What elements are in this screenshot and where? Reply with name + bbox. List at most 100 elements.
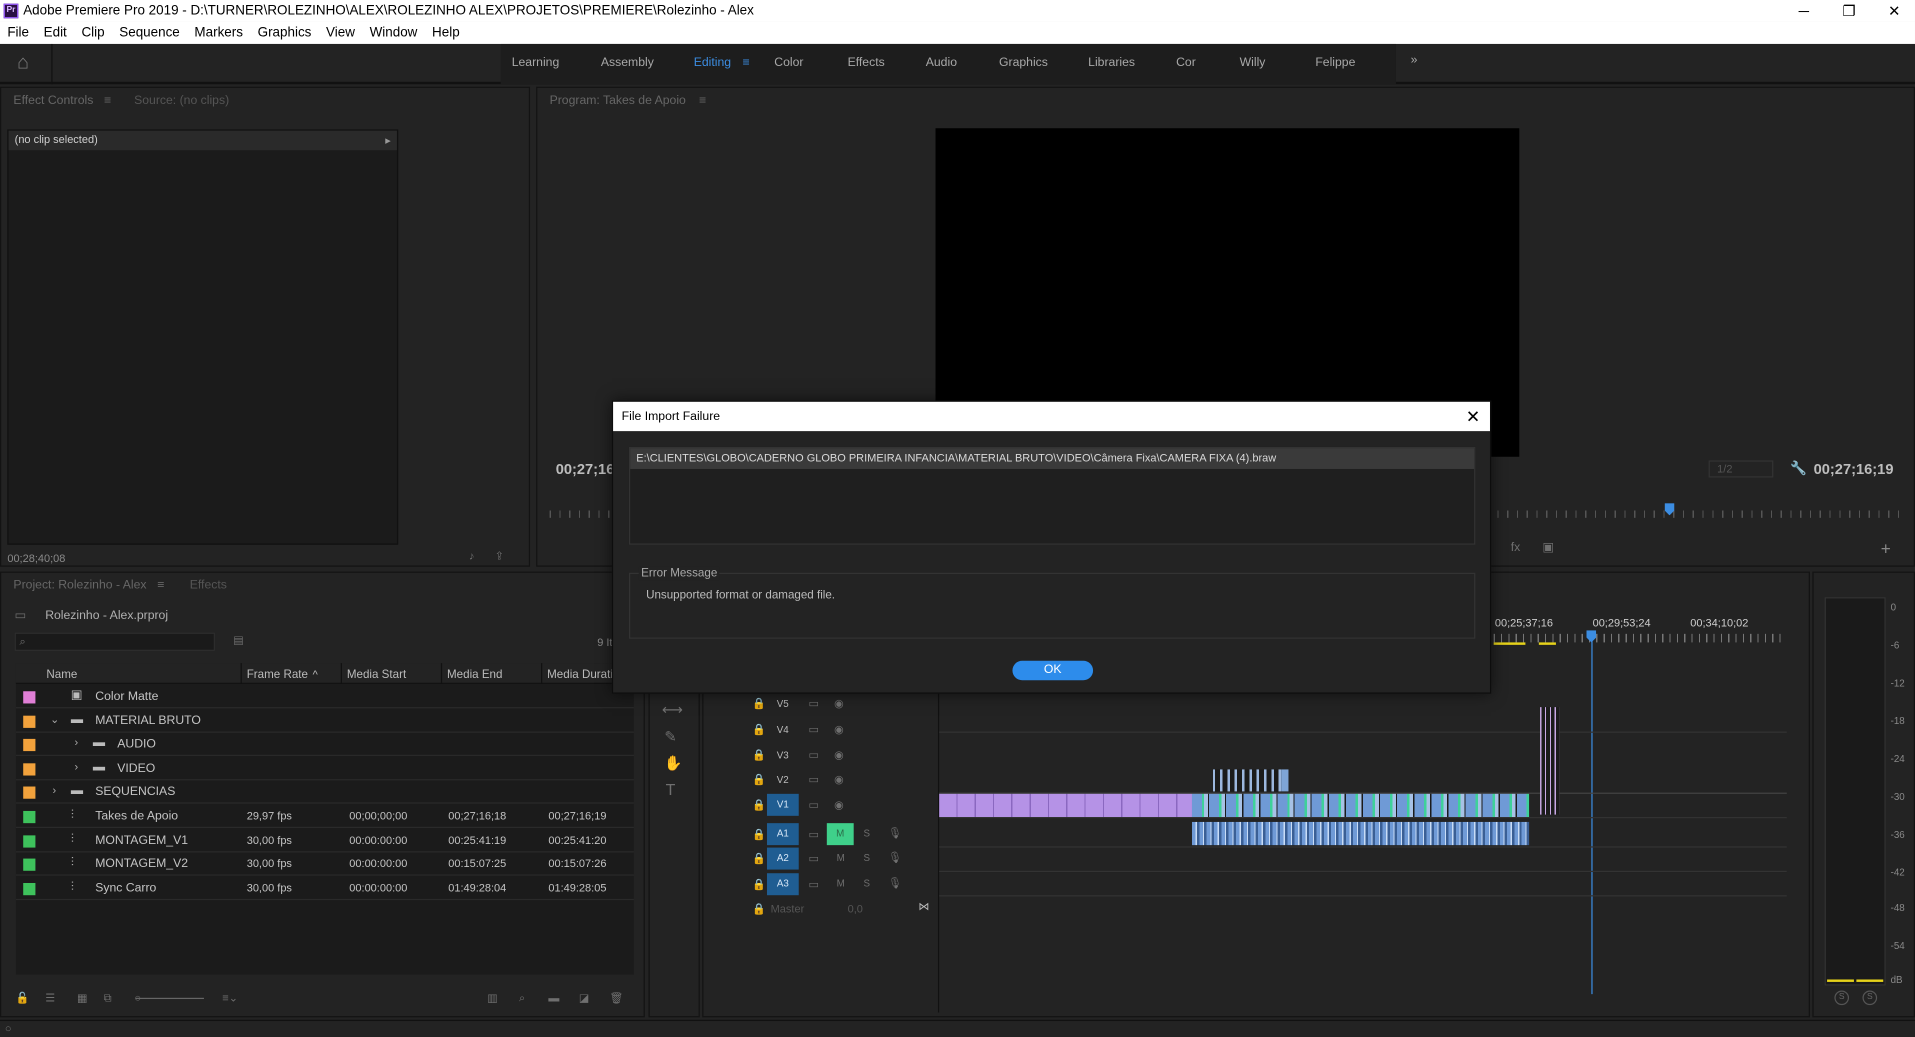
wrench-icon[interactable]: 🔧 (1790, 460, 1807, 477)
sync-lock-icon[interactable]: ▭ (809, 799, 819, 812)
lock-icon[interactable]: 🔒 (752, 878, 766, 891)
label-color-swatch[interactable] (23, 786, 36, 800)
project-row[interactable]: ▣ Color Matte (15, 685, 634, 709)
track-v5[interactable]: V5 (777, 699, 789, 710)
v2-clip[interactable] (1281, 769, 1289, 792)
close-icon[interactable]: ✕ (1466, 407, 1480, 428)
tab-willy[interactable]: Willy (1240, 56, 1266, 69)
tab-assembly[interactable]: Assembly (601, 56, 654, 69)
solo-a3-button[interactable]: S (863, 878, 870, 889)
solo-a2-button[interactable]: S (863, 852, 870, 863)
track-v3[interactable]: V3 (777, 750, 789, 761)
lock-icon[interactable]: 🔒 (752, 723, 766, 736)
type-tool-icon[interactable]: T (666, 780, 676, 798)
menu-sequence[interactable]: Sequence (112, 22, 187, 44)
tab-effect-controls[interactable]: Effect Controls (13, 94, 93, 107)
eye-icon[interactable]: ◉ (834, 697, 844, 710)
label-color-swatch[interactable] (23, 882, 36, 895)
tab-cor[interactable]: Cor (1176, 56, 1196, 69)
mic-icon[interactable]: 🎙 (888, 851, 902, 864)
track-v4[interactable]: V4 (777, 724, 789, 735)
solo-right-button[interactable]: S (1862, 990, 1878, 1006)
menu-edit[interactable]: Edit (36, 22, 74, 44)
more-workspaces-icon[interactable]: » (1411, 54, 1418, 67)
chevron-right-icon[interactable]: › (74, 737, 78, 749)
label-color-swatch[interactable] (23, 739, 36, 752)
tab-felippe[interactable]: Felippe (1315, 56, 1355, 69)
tab-effects-panel[interactable]: Effects (190, 579, 227, 592)
sync-lock-icon[interactable]: ▭ (809, 852, 819, 865)
sync-lock-icon[interactable]: ▭ (809, 749, 819, 762)
list-view-icon[interactable]: ☰ (45, 992, 55, 1005)
col-media-start[interactable]: Media Start (347, 668, 406, 681)
tab-audio[interactable]: Audio (926, 56, 957, 69)
project-row[interactable]: ⫶ Sync Carro 30,00 fps 00:00:00:00 01:49:28:… (15, 877, 634, 900)
tab-graphics[interactable]: Graphics (999, 56, 1048, 69)
sync-lock-icon[interactable]: ▭ (809, 697, 819, 710)
home-icon[interactable]: ⌂ (17, 53, 39, 74)
sync-lock-icon[interactable]: ▭ (809, 723, 819, 736)
lock-icon[interactable]: 🔒 (752, 749, 766, 762)
stacked-clips[interactable] (1540, 707, 1560, 815)
solo-left-button[interactable]: S (1834, 990, 1850, 1006)
label-color-swatch[interactable] (23, 691, 36, 704)
eye-icon[interactable]: ◉ (834, 749, 844, 762)
tab-project[interactable]: Project: Rolezinho - Alex (13, 579, 146, 592)
failed-file-path[interactable]: E:\CLIENTES\GLOBO\CADERNO GLOBO PRIMEIRA… (630, 448, 1475, 469)
lock-icon[interactable]: 🔓 (16, 992, 30, 1005)
close-window-button[interactable]: ✕ (1882, 2, 1906, 19)
panel-menu-icon[interactable]: ≡ (699, 94, 706, 107)
sort-icon[interactable]: ≡⌄ (222, 992, 238, 1005)
menu-file[interactable]: File (0, 22, 36, 44)
tab-learning[interactable]: Learning (512, 56, 560, 69)
zoom-slider-handle[interactable]: ○ (134, 992, 141, 1004)
project-row[interactable]: ⫶ MONTAGEM_V1 30,00 fps 00:00:00:00 00:25:41… (15, 829, 634, 852)
label-color-swatch[interactable] (23, 810, 36, 824)
tab-color[interactable]: Color (774, 56, 803, 69)
chevron-right-icon[interactable]: › (53, 785, 57, 797)
pen-tool-icon[interactable]: ✎ (664, 728, 676, 745)
freeform-view-icon[interactable]: ⧉ (104, 992, 112, 1005)
export-icon[interactable]: ⇪ (495, 550, 504, 563)
panel-menu-icon[interactable]: ≡ (104, 94, 111, 107)
lock-icon[interactable]: 🔒 (752, 773, 766, 786)
mute-a2-button[interactable]: M (837, 852, 845, 863)
col-media-duration[interactable]: Media Durati (547, 668, 613, 681)
menu-help[interactable]: Help (425, 22, 467, 44)
minimize-button[interactable]: ─ (1792, 2, 1816, 19)
menu-view[interactable]: View (319, 22, 363, 44)
project-row[interactable]: › ▬ VIDEO (15, 757, 634, 781)
sync-lock-icon[interactable]: ▭ (809, 773, 819, 786)
tab-libraries[interactable]: Libraries (1088, 56, 1135, 69)
eye-icon[interactable]: ◉ (834, 773, 844, 786)
zoom-slider[interactable] (135, 997, 204, 1000)
project-search-input[interactable] (14, 632, 215, 651)
lock-icon[interactable]: 🔒 (752, 697, 766, 710)
menu-graphics[interactable]: Graphics (250, 22, 318, 44)
label-color-swatch[interactable] (23, 834, 36, 848)
sync-lock-icon[interactable]: ▭ (809, 828, 819, 841)
track-v1-target[interactable]: V1 (766, 793, 799, 816)
panel-menu-icon[interactable]: ≡ (157, 579, 164, 592)
program-title[interactable]: Program: Takes de Apoio (550, 94, 686, 107)
chevron-right-icon[interactable]: › (74, 761, 78, 773)
work-area-bar[interactable] (1493, 642, 1526, 645)
hand-tool-icon[interactable]: ✋ (664, 755, 682, 772)
new-item-icon[interactable]: ◪ (579, 992, 589, 1005)
sort-ascending-icon[interactable]: ^ (313, 668, 318, 680)
trash-icon[interactable]: 🗑 (609, 992, 623, 1005)
label-color-swatch[interactable] (23, 763, 36, 776)
v1-clips-purple[interactable] (939, 793, 1192, 818)
track-a1-target[interactable]: A1 (766, 823, 799, 846)
new-bin-icon[interactable]: ▬ (548, 992, 559, 1004)
track-a2-target[interactable]: A2 (766, 847, 799, 870)
mic-icon[interactable]: 🎙 (888, 877, 902, 890)
tab-effects[interactable]: Effects (848, 56, 885, 69)
play-audio-icon[interactable]: ♪ (469, 550, 474, 562)
project-row[interactable]: ⫶ Takes de Apoio 29,97 fps 00;00;00;00 00;27… (15, 805, 634, 829)
icon-view-icon[interactable]: ▦ (77, 992, 87, 1005)
eye-icon[interactable]: ◉ (834, 723, 844, 736)
lock-icon[interactable]: 🔒 (752, 828, 766, 841)
v2-clips[interactable] (1212, 769, 1287, 792)
restore-button[interactable]: ❐ (1837, 2, 1861, 19)
